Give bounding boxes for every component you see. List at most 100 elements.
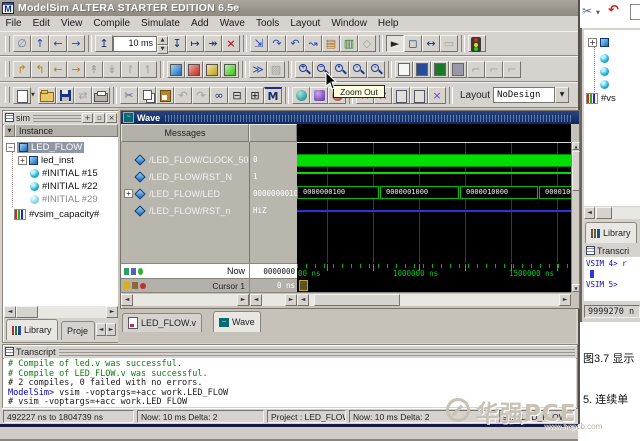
- cursor-lock-icon[interactable]: [124, 282, 130, 289]
- fragment-console[interactable]: VSIM 4> r VSIM 5>: [584, 257, 640, 301]
- toolbar-grip[interactable]: [5, 87, 10, 103]
- add-to-list-button[interactable]: [185, 61, 203, 78]
- messages-column-header[interactable]: Messages: [121, 124, 249, 142]
- doc-disabled-button[interactable]: [392, 87, 410, 104]
- cursor-edit-icon[interactable]: [132, 282, 138, 289]
- wave-format-literal-button[interactable]: [395, 61, 413, 78]
- spin-down-icon[interactable]: ▼: [157, 45, 168, 54]
- copy-button[interactable]: [138, 87, 156, 104]
- run-button[interactable]: ↧: [168, 35, 186, 52]
- undo-button[interactable]: ↶: [174, 87, 192, 104]
- fragment-tree-item[interactable]: [600, 78, 609, 91]
- transcript-header[interactable]: Transcript: [3, 345, 577, 359]
- scroll-right-icon[interactable]: ►: [559, 294, 571, 306]
- menu-item-compile[interactable]: Compile: [88, 18, 136, 29]
- edge-search-disabled-button[interactable]: ↡: [103, 61, 121, 78]
- scroll-track[interactable]: [133, 294, 237, 306]
- tree-item-initial-29[interactable]: #INITIAL #29: [30, 193, 98, 206]
- fragment-tab-library[interactable]: Library: [585, 222, 637, 243]
- instance-column-header[interactable]: ▼ Instance: [4, 124, 118, 137]
- scroll-track[interactable]: [262, 294, 285, 306]
- scroll-up-icon[interactable]: ▲: [572, 142, 580, 150]
- panel-close-button[interactable]: ×: [106, 113, 117, 123]
- menu-item-add[interactable]: Add: [185, 18, 214, 29]
- fragment-tree-item[interactable]: +: [588, 36, 609, 49]
- values-scrollbar[interactable]: ◄ ►: [249, 292, 297, 305]
- disable-button[interactable]: ∅: [13, 35, 31, 52]
- hand-tool-button[interactable]: ◇: [358, 35, 376, 52]
- fragment-scrollbar[interactable]: ◄: [584, 207, 640, 219]
- sim-panel-header[interactable]: sim + ▫ ×: [3, 111, 119, 125]
- step-over-button[interactable]: ↷: [268, 35, 286, 52]
- expand-button[interactable]: ⊞: [246, 87, 264, 104]
- menu-item-wave[interactable]: Wave: [214, 18, 250, 29]
- undo-red-icon[interactable]: ↶: [608, 3, 619, 18]
- tree-item-vsim-capacity[interactable]: #vsim_capacity#: [14, 208, 99, 221]
- signal-row-rst-n[interactable]: /LED_FLOW/RST_N: [121, 168, 249, 185]
- expand-time-button[interactable]: ≫: [249, 61, 267, 78]
- zoom-in-button[interactable]: +: [295, 61, 313, 78]
- edge-search-disabled-button[interactable]: ↿: [139, 61, 157, 78]
- wave-format-logic-button[interactable]: [413, 61, 431, 78]
- column-title[interactable]: Instance: [15, 124, 118, 137]
- collapse-button[interactable]: ⊟: [228, 87, 246, 104]
- menu-item-edit[interactable]: Edit: [27, 18, 55, 29]
- collapse-box-icon[interactable]: −: [6, 143, 15, 152]
- fragment-transcript-header[interactable]: Transcri: [584, 244, 640, 258]
- title-bar[interactable]: M ModelSim ALTERA STARTER EDITION 6.5e: [0, 0, 578, 16]
- scroll-thumb[interactable]: [572, 151, 580, 191]
- fragment-tree-item-vs[interactable]: #vs: [586, 92, 616, 105]
- text-field-fragment[interactable]: [630, 4, 640, 20]
- scissors-dropdown-icon[interactable]: ▼: [596, 10, 600, 16]
- menu-item-tools[interactable]: Tools: [250, 18, 284, 29]
- tab-project[interactable]: Proje: [61, 321, 95, 340]
- print-button[interactable]: [92, 87, 110, 104]
- new-file-button[interactable]: [13, 87, 31, 104]
- memory-profile-button[interactable]: ▥: [340, 35, 358, 52]
- scroll-thumb[interactable]: [596, 207, 612, 219]
- step-current-button[interactable]: ↝: [304, 35, 322, 52]
- signal-expand-icon[interactable]: +: [124, 189, 133, 198]
- tab-scroll-right-icon[interactable]: ►: [106, 323, 116, 336]
- menu-item-window[interactable]: Window: [326, 18, 373, 29]
- scroll-right-icon[interactable]: ►: [285, 294, 297, 306]
- reload-button[interactable]: ⇄: [74, 87, 92, 104]
- add-to-dataflow-button[interactable]: [221, 61, 239, 78]
- layout-dropdown-icon[interactable]: ▼: [555, 87, 569, 103]
- doc2-disabled-button[interactable]: [410, 87, 428, 104]
- wave-format-disabled-button[interactable]: [449, 61, 467, 78]
- expand-box-icon[interactable]: +: [588, 38, 597, 47]
- scroll-left-icon[interactable]: ◄: [4, 306, 16, 318]
- wave-title-bar[interactable]: ~ Wave: [121, 111, 579, 124]
- add-to-wave-button[interactable]: [167, 61, 185, 78]
- edge-search-disabled-button[interactable]: ↟: [85, 61, 103, 78]
- restart-button[interactable]: ↥: [95, 35, 113, 52]
- tree-item-initial-15[interactable]: #INITIAL #15: [30, 167, 98, 180]
- wave-mini-icon[interactable]: [131, 268, 136, 275]
- scroll-left-icon[interactable]: ◄: [584, 207, 595, 219]
- waveform-scrollbar[interactable]: ◄ ►: [297, 292, 571, 306]
- edge-glyph-disabled-button[interactable]: ⌐: [467, 61, 485, 78]
- wave-mini-icon[interactable]: [124, 268, 129, 275]
- pan-mode-button[interactable]: ↔: [422, 35, 440, 52]
- tab-library[interactable]: Library: [6, 319, 58, 340]
- go-forward-button[interactable]: →: [67, 35, 85, 52]
- toolbar-grip[interactable]: [5, 61, 10, 77]
- pattern-wizard-button[interactable]: ▨: [267, 61, 285, 78]
- modelsim-logo-button[interactable]: M: [264, 87, 282, 104]
- sim-horizontal-scrollbar[interactable]: ◄ ►: [4, 306, 118, 318]
- new-file-dropdown[interactable]: ▼: [31, 92, 38, 98]
- scroll-thumb[interactable]: [314, 294, 400, 306]
- scroll-right-icon[interactable]: ►: [237, 294, 249, 306]
- edge-glyph-disabled-button[interactable]: ⌐: [485, 61, 503, 78]
- cut-button[interactable]: ✂: [120, 87, 138, 104]
- waveform-canvas[interactable]: 0000000100 0000001000 0000010000 0000100…: [297, 142, 571, 263]
- run-length-input[interactable]: 10 ms: [113, 36, 157, 52]
- previous-transition-button[interactable]: ←: [49, 61, 67, 78]
- go-up-button[interactable]: ↑: [31, 35, 49, 52]
- find-button[interactable]: ∞: [210, 87, 228, 104]
- tab-led-flow-source[interactable]: LED_FLOW.v: [122, 313, 202, 332]
- cursor-track[interactable]: [297, 278, 571, 292]
- scroll-down-icon[interactable]: ▼: [572, 284, 580, 292]
- scroll-thumb[interactable]: [16, 306, 38, 318]
